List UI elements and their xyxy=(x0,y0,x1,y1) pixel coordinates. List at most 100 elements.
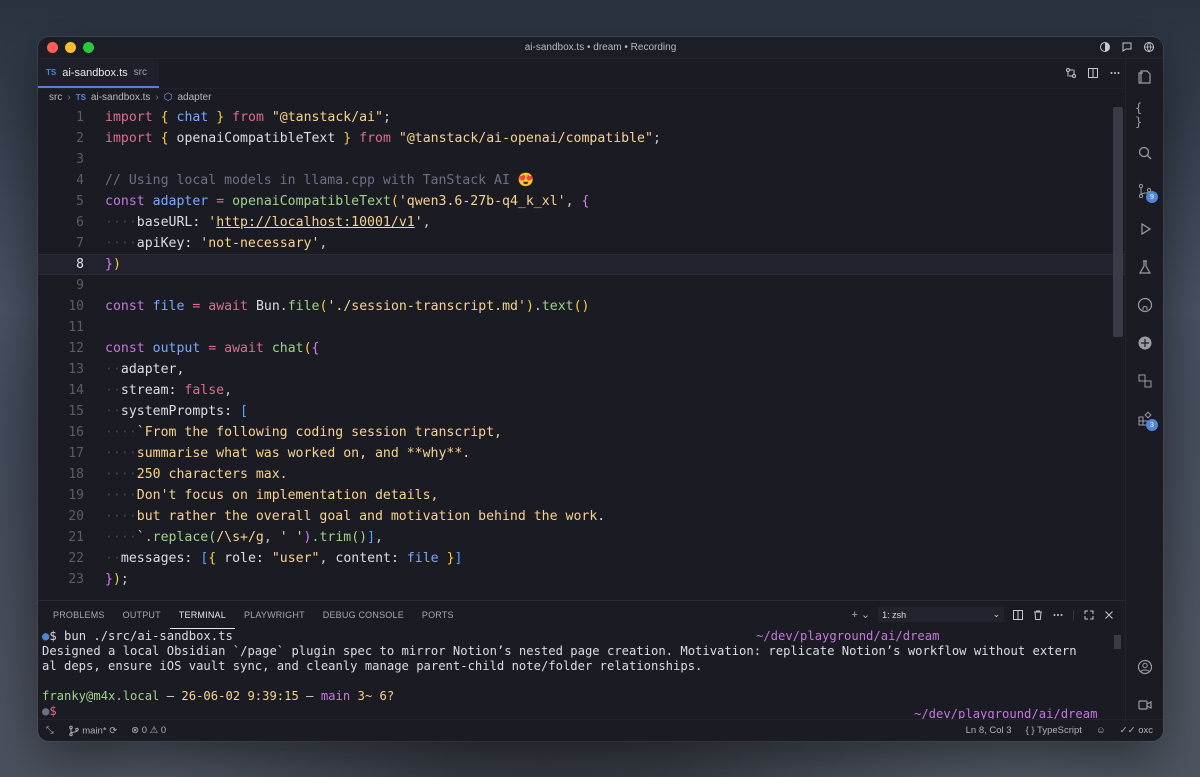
line-number: 11 xyxy=(68,320,84,335)
code-token: { xyxy=(160,110,169,125)
extension-status[interactable]: ✓✓ oxc xyxy=(1120,725,1153,736)
error-count: 0 xyxy=(141,725,148,736)
terminal-select[interactable]: 1: zsh ⌄ xyxy=(878,607,1005,622)
terminal-output-line: Designed a local Obsidian `/page` plugin… xyxy=(42,644,1077,658)
terminal-select-value: 1: zsh xyxy=(882,609,907,620)
code-url-link[interactable]: http://localhost:10001/v1 xyxy=(216,215,415,230)
maximize-panel-icon[interactable] xyxy=(1083,609,1095,621)
chevron-down-icon: ⌄ xyxy=(992,609,1001,619)
code-line: 9 xyxy=(38,275,1125,296)
tab-output[interactable]: OUTPUT xyxy=(114,601,170,629)
terminal-cwd: ~/dev/playground/ai/dream xyxy=(756,629,940,643)
code-token: stream: xyxy=(120,383,177,398)
outline-braces-icon[interactable]: { } xyxy=(1135,101,1155,129)
source-compare-icon[interactable] xyxy=(1135,371,1155,391)
code-token: ( xyxy=(390,194,399,209)
breadcrumb-file[interactable]: ai-sandbox.ts xyxy=(91,92,150,103)
code-token: , xyxy=(319,236,328,251)
terminal-command: $ bun ./src/ai-sandbox.ts xyxy=(49,629,233,643)
minimize-window-button[interactable] xyxy=(65,42,76,53)
extensions-icon[interactable]: 3 xyxy=(1135,409,1158,431)
more-actions-icon[interactable] xyxy=(1052,609,1064,621)
code-line: 6 ····baseURL: 'http://localhost:10001/v1… xyxy=(38,212,1125,233)
line-number: 14 xyxy=(68,383,84,398)
code-token: 'qwen3.6-27b-q4_k_xl' xyxy=(398,194,566,209)
code-token: await xyxy=(224,341,264,356)
split-terminal-icon[interactable] xyxy=(1012,609,1024,621)
terminal-git-status: 3~ 6? xyxy=(357,689,395,703)
code-token: adapter xyxy=(152,194,209,209)
code-editor[interactable]: 1 import { chat } from "@tanstack/ai"; 2 i… xyxy=(38,107,1125,599)
bottom-panel: PROBLEMS OUTPUT TERMINAL PLAYWRIGHT DEBU… xyxy=(38,600,1125,721)
code-token: { xyxy=(581,194,590,209)
tab-debug-console[interactable]: DEBUG CONSOLE xyxy=(314,601,413,629)
braces-icon: { } xyxy=(1025,725,1035,736)
tab-ports[interactable]: PORTS xyxy=(413,601,463,629)
code-line: 1 import { chat } from "@tanstack/ai"; xyxy=(38,107,1125,128)
remote-explorer-icon[interactable] xyxy=(1135,333,1155,353)
code-token: , xyxy=(319,551,328,566)
code-line: 7 ····apiKey: 'not-necessary', xyxy=(38,233,1125,254)
code-token: ] xyxy=(367,530,376,545)
close-window-button[interactable] xyxy=(47,42,58,53)
breadcrumb-symbol[interactable]: adapter xyxy=(177,92,211,103)
github-icon[interactable] xyxy=(1135,295,1155,315)
sync-icon[interactable]: ⟳ xyxy=(109,725,117,736)
tab-ai-sandbox[interactable]: TS ai-sandbox.ts src xyxy=(38,59,160,88)
tab-playwright[interactable]: PLAYWRIGHT xyxy=(235,601,314,629)
zoom-window-button[interactable] xyxy=(83,42,94,53)
code-token: from xyxy=(359,131,391,146)
video-record-icon[interactable] xyxy=(1135,695,1155,715)
terminal-scrollbar[interactable] xyxy=(1114,635,1121,649)
new-terminal-button[interactable]: + ⌄ xyxy=(851,608,870,621)
compare-changes-icon[interactable] xyxy=(1065,67,1077,79)
code-token: , xyxy=(565,194,574,209)
code-line: 10 const file = await Bun.file('./session… xyxy=(38,296,1125,317)
code-line: 15 ··systemPrompts: [ xyxy=(38,401,1125,422)
code-token: chat xyxy=(176,110,209,125)
check-all-icon: ✓✓ xyxy=(1119,725,1136,736)
code-token: ) xyxy=(525,299,534,314)
copilot-icon[interactable]: ☺ xyxy=(1096,725,1106,736)
tab-terminal[interactable]: TERMINAL xyxy=(170,601,235,629)
explorer-icon[interactable] xyxy=(1135,67,1155,87)
chat-icon[interactable] xyxy=(1121,41,1133,53)
search-icon[interactable] xyxy=(1135,143,1155,163)
code-token: openaiCompatibleText xyxy=(232,194,391,209)
theme-toggle-icon[interactable] xyxy=(1099,41,1111,53)
split-editor-icon[interactable] xyxy=(1087,67,1099,79)
account-icon[interactable] xyxy=(1135,657,1155,677)
code-token: role: xyxy=(224,551,264,566)
run-debug-icon[interactable] xyxy=(1135,219,1155,239)
globe-icon[interactable] xyxy=(1143,41,1155,53)
line-number: 9 xyxy=(76,278,84,293)
editor-scrollbar[interactable] xyxy=(1113,107,1123,337)
extensions-count-badge: 3 xyxy=(1146,419,1158,431)
git-branch-status[interactable]: main* ⟳ xyxy=(68,725,117,737)
code-line: 17 ····summarise what was worked on, and … xyxy=(38,443,1125,464)
close-icon[interactable] xyxy=(1103,609,1115,621)
code-token: } xyxy=(105,572,113,587)
source-control-icon[interactable]: 9 xyxy=(1135,181,1158,203)
code-line: 3 xyxy=(38,149,1125,170)
code-token: but rather the overall goal and motivati… xyxy=(136,509,606,524)
code-token: ( xyxy=(303,341,312,356)
remote-indicator-icon[interactable]: ⤡ xyxy=(46,725,54,736)
testing-flask-icon[interactable] xyxy=(1135,257,1155,277)
terminal-output[interactable]: ●$ bun ./src/ai-sandbox.ts ~/dev/playgrou… xyxy=(38,629,1125,721)
error-icon: ⊗ xyxy=(131,725,140,736)
tab-folder: src xyxy=(133,67,148,78)
typescript-file-icon: TS xyxy=(46,68,57,77)
line-number: 21 xyxy=(68,530,84,545)
chevron-right-icon: › xyxy=(67,91,71,103)
code-token: ; xyxy=(383,110,391,125)
more-actions-icon[interactable] xyxy=(1109,67,1121,79)
tab-problems[interactable]: PROBLEMS xyxy=(44,601,114,629)
breadcrumb-folder[interactable]: src xyxy=(49,92,62,103)
line-number: 16 xyxy=(68,425,84,440)
language-status[interactable]: { } TypeScript xyxy=(1026,725,1082,736)
line-number: 18 xyxy=(68,467,84,482)
cursor-position[interactable]: Ln 8, Col 3 xyxy=(966,725,1012,736)
problems-status[interactable]: ⊗ 0 ⚠ 0 xyxy=(131,725,166,736)
trash-icon[interactable] xyxy=(1032,609,1044,621)
